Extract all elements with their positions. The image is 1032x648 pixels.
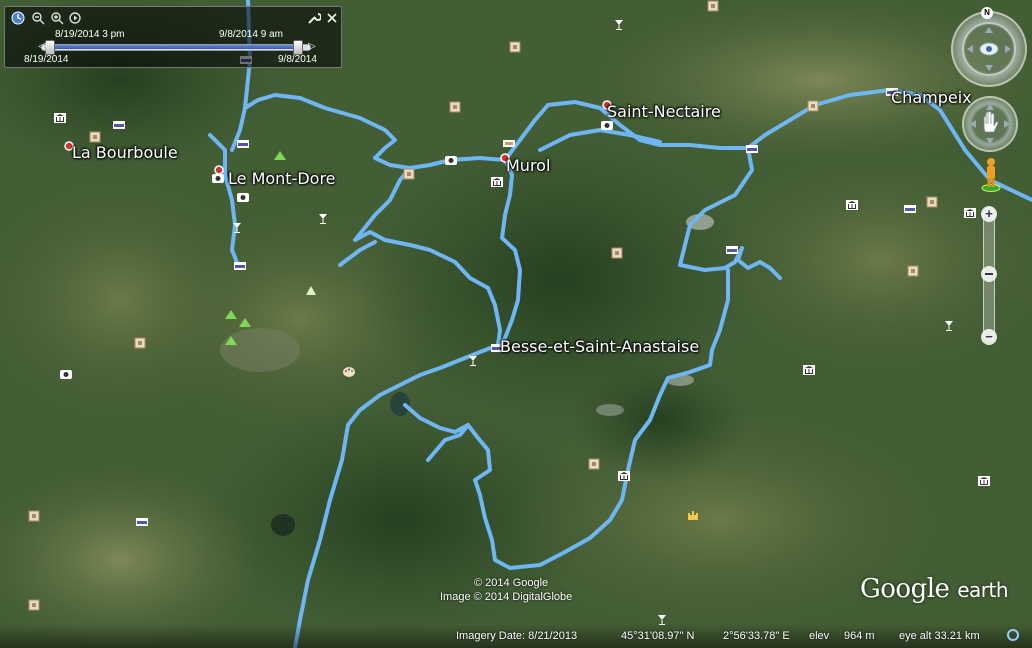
landmark-icon[interactable] — [906, 265, 920, 277]
restaurant-icon[interactable] — [502, 137, 516, 149]
bar-icon[interactable] — [316, 213, 330, 225]
google-earth-logo: Google earth — [860, 574, 1008, 604]
museum-icon[interactable] — [963, 207, 977, 219]
park-icon[interactable] — [304, 285, 318, 297]
time-slider-range[interactable] — [51, 45, 301, 49]
place-pin-icon[interactable] — [212, 164, 226, 176]
elev-label: elev — [809, 630, 830, 642]
hotel-icon[interactable] — [233, 260, 247, 272]
hotel-icon[interactable] — [745, 143, 759, 155]
latitude: 45°31'08.97" N — [621, 630, 695, 642]
hotel-icon[interactable] — [112, 119, 126, 131]
museum-icon[interactable] — [53, 112, 67, 124]
museum-icon[interactable] — [490, 176, 504, 188]
mountain-icon[interactable] — [224, 308, 238, 320]
slider-start-time: 8/19/2014 3 pm — [55, 29, 125, 40]
wrench-icon[interactable] — [307, 11, 322, 25]
camera-icon[interactable] — [444, 154, 458, 166]
bar-icon[interactable] — [230, 222, 244, 234]
hotel-icon[interactable] — [903, 203, 917, 215]
look-control[interactable] — [951, 11, 1027, 87]
landmark-icon[interactable] — [587, 458, 601, 470]
zoom-slider-handle[interactable] — [981, 266, 997, 282]
landmark-icon[interactable] — [806, 100, 820, 112]
logo-google: Google — [860, 574, 950, 604]
mountain-icon[interactable] — [273, 149, 287, 161]
bar-icon[interactable] — [466, 355, 480, 367]
palette-icon[interactable] — [342, 366, 356, 378]
landmark-icon[interactable] — [508, 41, 522, 53]
time-slider-panel: 8/19/2014 3 pm 9/8/2014 9 am ◁ ▷ 8/19/20… — [4, 6, 342, 68]
landmark-icon[interactable] — [27, 599, 41, 611]
eye-altitude: eye alt 33.21 km — [899, 630, 980, 642]
slider-end-date: 9/8/2014 — [278, 54, 317, 65]
satellite-map[interactable] — [0, 0, 1032, 648]
camera-icon[interactable] — [59, 368, 73, 380]
imagery-credit: Image © 2014 DigitalGlobe — [440, 591, 573, 603]
museum-icon[interactable] — [802, 364, 816, 376]
landmark-icon[interactable] — [706, 0, 720, 12]
landmark-icon[interactable] — [133, 337, 147, 349]
slider-end-time: 9/8/2014 9 am — [219, 29, 283, 40]
hotel-icon[interactable] — [725, 244, 739, 256]
step-back-icon[interactable]: ◁ — [35, 40, 49, 54]
museum-icon[interactable] — [617, 470, 631, 482]
copyright-google: © 2014 Google — [474, 577, 549, 589]
castle-icon[interactable] — [686, 509, 700, 521]
zoom-in-button[interactable]: + — [981, 206, 997, 222]
landmark-icon[interactable] — [610, 247, 624, 259]
street-view-pegman-icon[interactable] — [980, 156, 1002, 192]
place-label-le-mont-dore[interactable]: Le Mont-Dore — [228, 169, 336, 188]
clock-icon[interactable] — [11, 11, 25, 25]
step-forward-icon[interactable]: ▷ — [305, 40, 319, 54]
museum-icon[interactable] — [845, 199, 859, 211]
landmark-icon[interactable] — [925, 196, 939, 208]
landmark-icon[interactable] — [402, 168, 416, 180]
place-label-besse-et-saint-anastaise[interactable]: Besse-et-Saint-Anastaise — [500, 337, 699, 356]
close-icon[interactable] — [325, 11, 339, 25]
move-control[interactable] — [962, 96, 1018, 152]
place-label-saint-nectaire[interactable]: Saint-Nectaire — [607, 102, 721, 121]
slider-start-date: 8/19/2014 — [24, 54, 69, 65]
bar-icon[interactable] — [942, 320, 956, 332]
elevation: 964 m — [844, 630, 875, 642]
zoom-in-icon[interactable] — [50, 11, 64, 25]
place-label-la-bourboule[interactable]: La Bourboule — [72, 143, 178, 162]
camera-icon[interactable] — [236, 191, 250, 203]
place-label-murol[interactable]: Murol — [506, 156, 550, 175]
mountain-icon[interactable] — [238, 316, 252, 328]
hotel-icon[interactable] — [236, 138, 250, 150]
hotel-icon[interactable] — [135, 516, 149, 528]
imagery-date: Imagery Date: 8/21/2013 — [456, 630, 578, 642]
place-label-champeix[interactable]: Champeix — [891, 88, 972, 107]
landmark-icon[interactable] — [88, 131, 102, 143]
streaming-indicator-icon — [1007, 629, 1019, 641]
landmark-icon[interactable] — [27, 510, 41, 522]
logo-earth: earth — [957, 578, 1008, 602]
museum-icon[interactable] — [977, 475, 991, 487]
play-icon[interactable] — [68, 11, 82, 25]
bar-icon[interactable] — [612, 19, 626, 31]
mountain-icon[interactable] — [224, 334, 238, 346]
north-indicator[interactable]: N — [981, 7, 993, 19]
zoom-out-icon[interactable] — [31, 11, 45, 25]
landmark-icon[interactable] — [448, 101, 462, 113]
zoom-out-button[interactable]: − — [981, 329, 997, 345]
slider-end-handle[interactable] — [293, 40, 303, 55]
longitude: 2°56'33.78" E — [723, 630, 790, 642]
